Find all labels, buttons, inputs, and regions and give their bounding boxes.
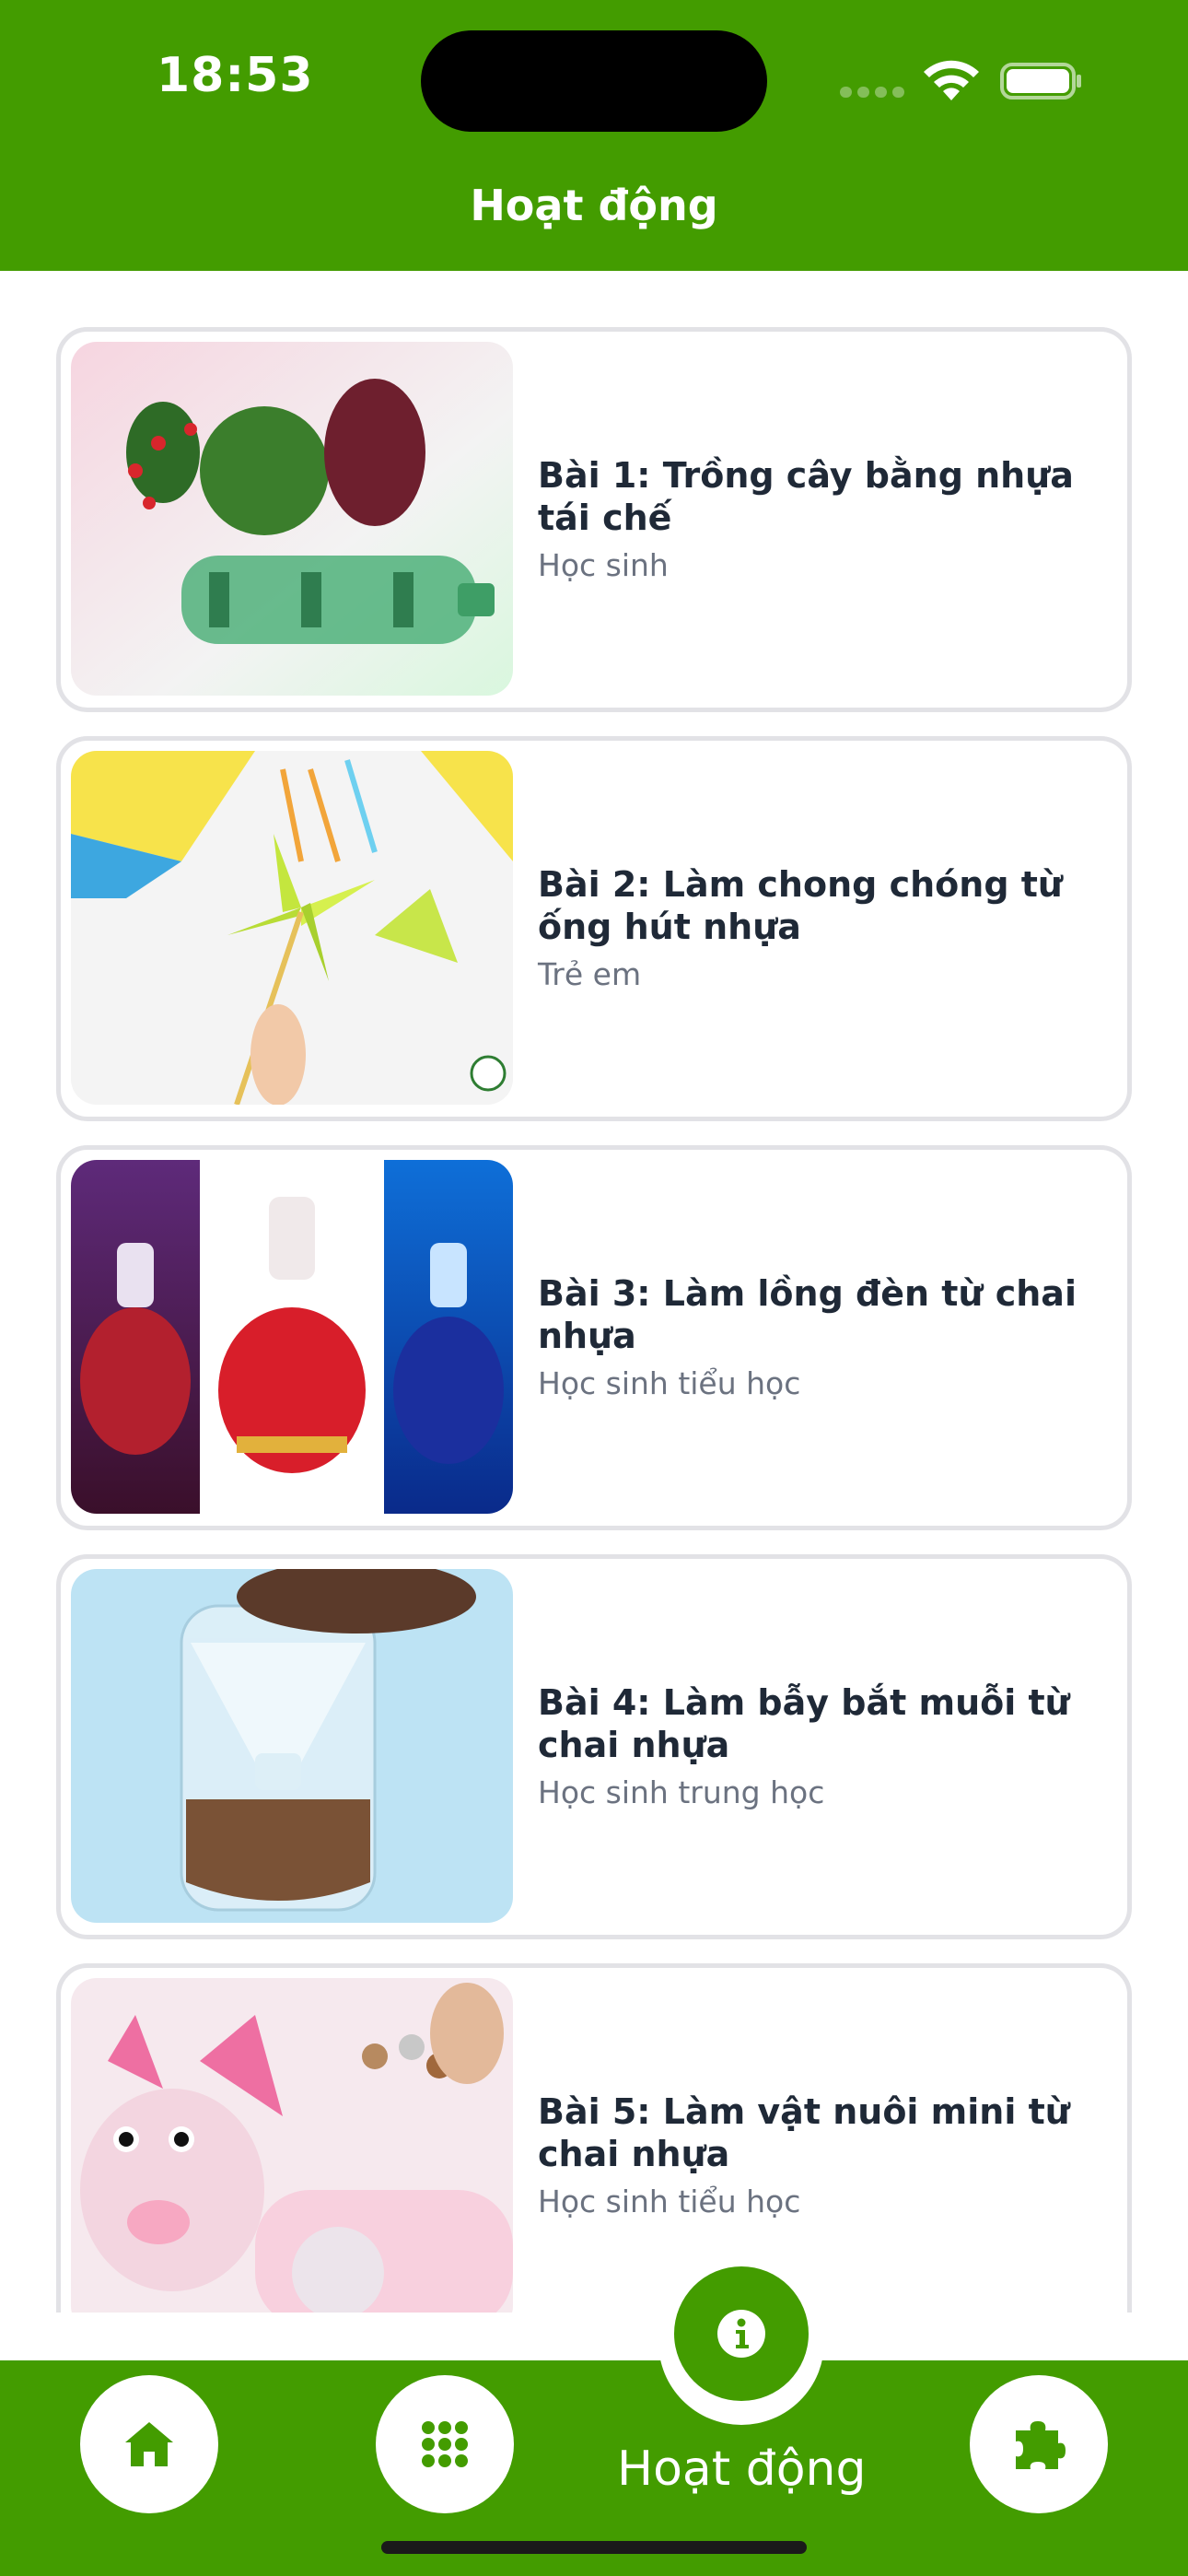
activity-title: Bài 3: Làm lồng đèn từ chai nhựa [538,1273,1077,1356]
activity-image-4 [71,1569,513,1923]
activity-card-4[interactable]: Bài 4: Làm bẫy bắt muỗi từ chai nhựa Học… [56,1554,1132,1939]
activity-image-2 [71,751,513,1105]
activity-card-5[interactable]: Bài 5: Làm vật nuôi mini từ chai nhựa Họ… [56,1963,1132,2313]
activity-list[interactable]: Bài 1: Trồng cây bằng nhựa tái chế Học s… [0,271,1188,2313]
active-tab-label: Hoạt động [617,2441,867,2497]
home-indicator [381,2541,807,2554]
activity-audience: Học sinh tiểu học [538,1365,801,1401]
info-icon [717,2310,765,2358]
activity-image-3 [71,1160,513,1514]
app-header: 18:53 Hoạt động [0,0,1188,271]
activity-card-3[interactable]: Bài 3: Làm lồng đèn từ chai nhựa Học sin… [56,1145,1132,1530]
tab-activities[interactable] [674,2266,809,2401]
activity-audience: Học sinh trung học [538,1774,825,1810]
activity-title: Bài 5: Làm vật nuôi mini từ chai nhựa [538,2091,1070,2174]
grid-icon [422,2421,468,2467]
activity-title: Bài 4: Làm bẫy bắt muỗi từ chai nhựa [538,1682,1070,1765]
status-time: 18:53 [157,48,314,103]
tab-categories[interactable] [376,2375,514,2513]
page-title: Hoạt động [470,181,718,230]
tab-home[interactable] [80,2375,218,2513]
activity-title: Bài 1: Trồng cây bằng nhựa tái chế [538,455,1074,538]
home-icon [125,2422,173,2466]
activity-audience: Trẻ em [538,956,642,992]
cellular-signal-icon [840,87,906,98]
activity-audience: Học sinh tiểu học [538,2184,801,2219]
activity-image-5 [71,1978,513,2313]
puzzle-icon [1016,2421,1066,2469]
battery-icon [1000,63,1081,100]
activity-audience: Học sinh [538,547,669,583]
tab-games[interactable] [970,2375,1108,2513]
activity-title: Bài 2: Làm chong chóng từ ống hút nhựa [538,864,1063,947]
activity-card-1[interactable]: Bài 1: Trồng cây bằng nhựa tái chế Học s… [56,327,1132,712]
dynamic-island [421,30,767,132]
activity-card-2[interactable]: Bài 2: Làm chong chóng từ ống hút nhựa T… [56,736,1132,1121]
activity-image-1 [71,342,513,696]
wifi-icon [924,60,979,100]
